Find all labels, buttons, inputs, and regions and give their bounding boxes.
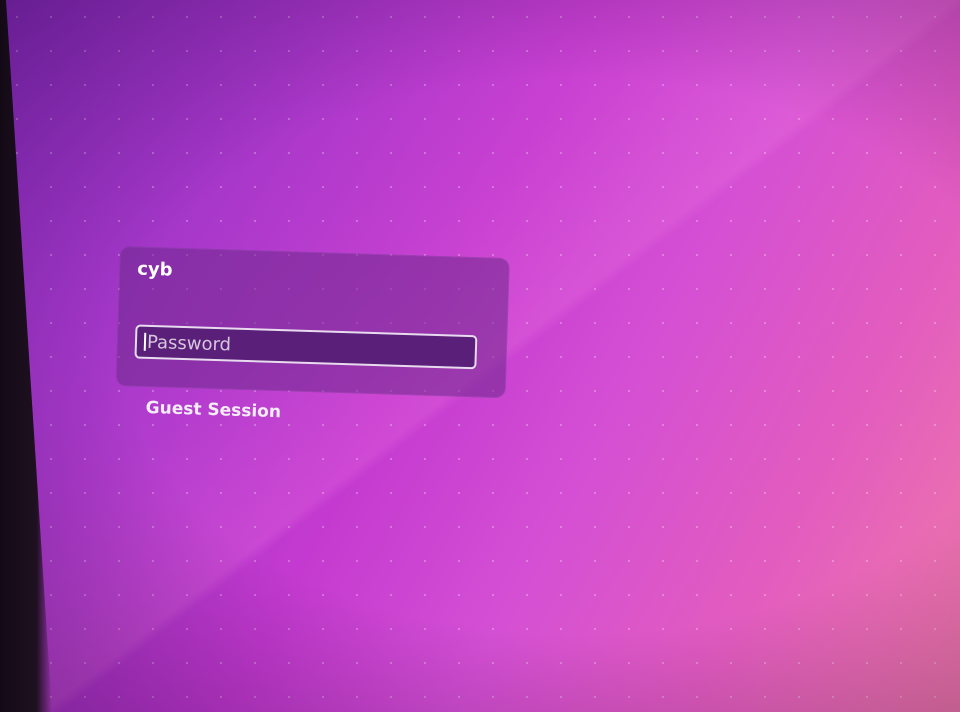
login-screen: cyb Guest Session bbox=[0, 0, 960, 712]
guest-session-button[interactable]: Guest Session bbox=[145, 398, 281, 422]
password-input[interactable] bbox=[134, 324, 478, 370]
login-card: cyb bbox=[115, 246, 510, 399]
username-label[interactable]: cyb bbox=[137, 259, 173, 281]
